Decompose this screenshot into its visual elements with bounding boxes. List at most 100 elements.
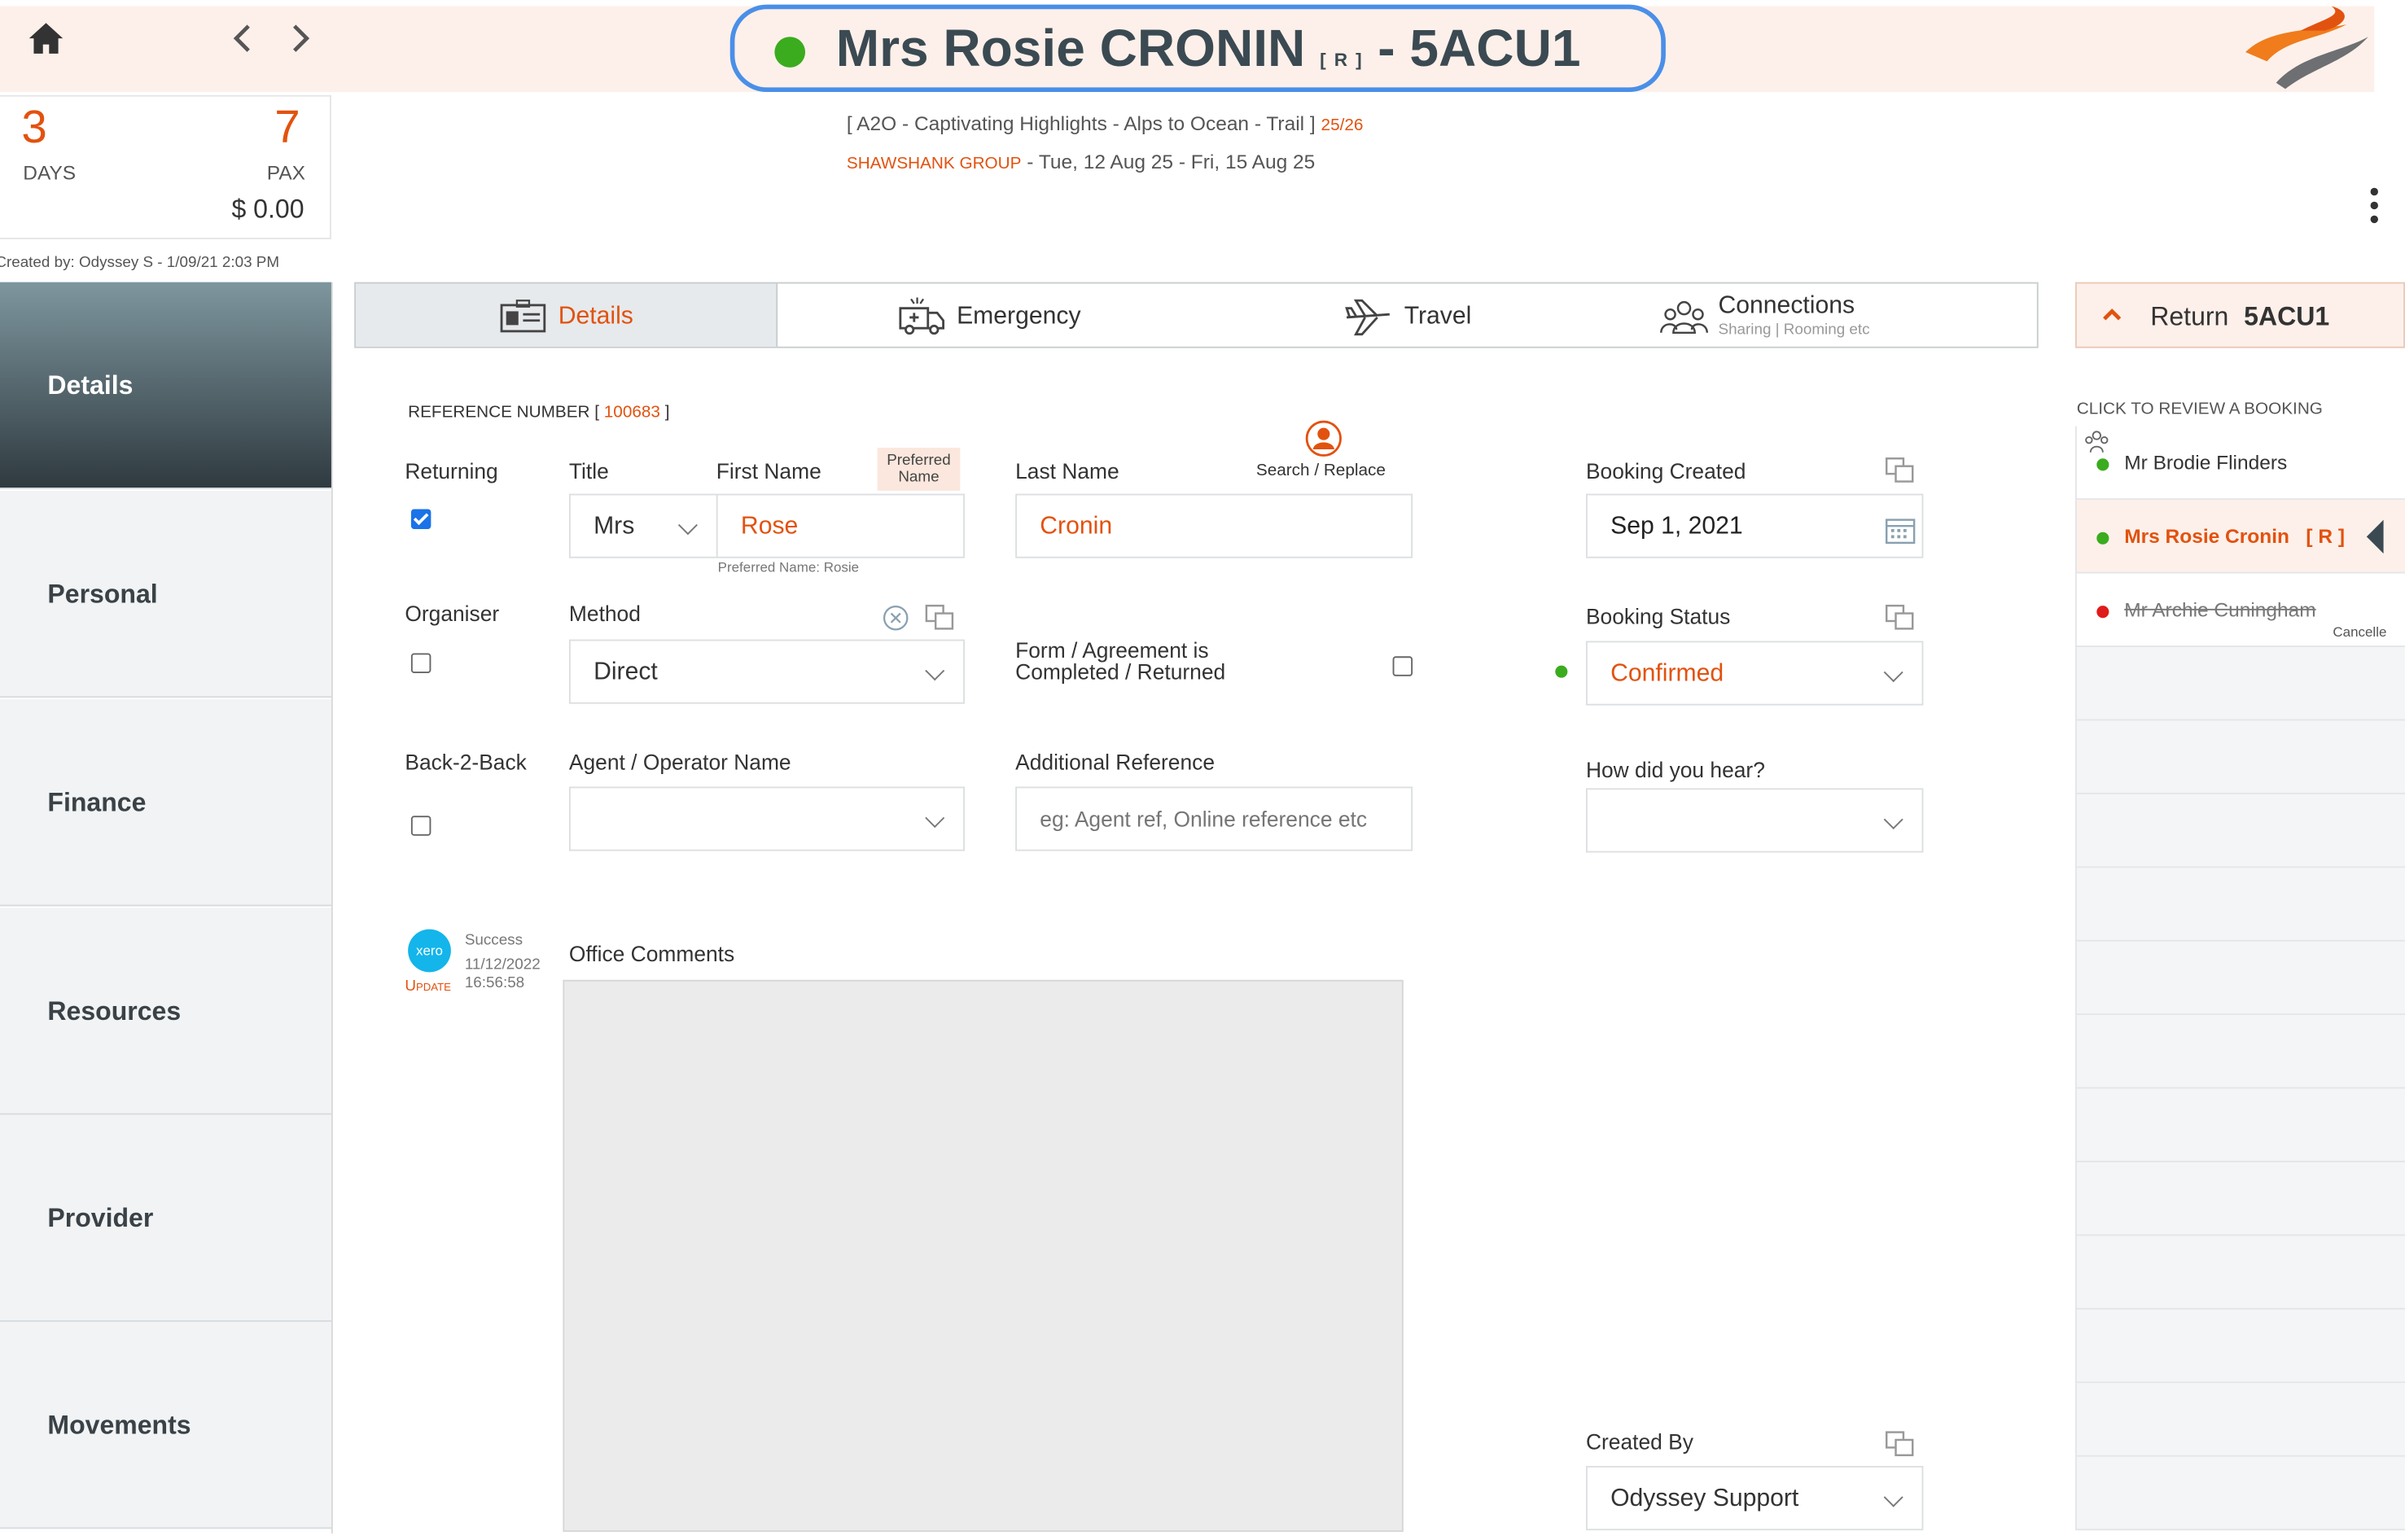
xero-date: 11/12/2022 xyxy=(464,956,541,974)
booking-list-item[interactable]: Mr Brodie Flinders xyxy=(2074,426,2405,501)
created-by-select[interactable]: Odyssey Support xyxy=(1585,1466,1924,1531)
booking-list-empty-row xyxy=(2074,1236,2405,1310)
booking-created-value: Sep 1, 2021 xyxy=(1610,514,1743,540)
organiser-checkbox[interactable] xyxy=(410,653,431,674)
preferred-name-note: Preferred Name: Rosie xyxy=(717,559,860,575)
tab-emergency[interactable]: Emergency xyxy=(778,284,1198,347)
title-select[interactable]: Mrs xyxy=(568,493,718,558)
group-name: SHAWSHANK GROUP xyxy=(846,155,1022,173)
ambulance-icon xyxy=(898,297,944,335)
tab-connections-sublabel: Sharing | Rooming etc xyxy=(1718,322,1870,339)
how-hear-label: How did you hear? xyxy=(1585,757,1765,782)
last-name-label: Last Name xyxy=(1015,458,1119,483)
trip-name: [ A2O - Captivating Highlights - Alps to… xyxy=(846,112,1316,135)
reference-number: REFERENCE NUMBER [ 100683 ] xyxy=(408,403,669,422)
how-hear-select[interactable] xyxy=(1585,788,1924,853)
first-name-label: First Name xyxy=(716,458,821,483)
last-name-input[interactable]: Cronin xyxy=(1015,493,1413,558)
sidenav-label: Details xyxy=(47,370,134,400)
pax-value: 7 xyxy=(274,103,300,154)
xero-update-link[interactable]: Update xyxy=(405,978,451,995)
organiser-label: Organiser xyxy=(405,601,500,626)
sidenav-item-details[interactable]: Details xyxy=(0,282,331,489)
chevron-down-icon xyxy=(925,661,945,681)
more-vertical-icon[interactable] xyxy=(2367,184,2382,230)
sidenav-item-movements[interactable]: Movements xyxy=(0,1321,331,1529)
id-card-icon xyxy=(500,300,546,333)
home-icon[interactable] xyxy=(28,21,64,55)
days-value: 3 xyxy=(21,103,47,154)
reference-label: REFERENCE NUMBER [ xyxy=(408,403,600,422)
booking-title-box: Mrs Rosie CRONIN [ R ] - 5ACU1 xyxy=(729,4,1666,93)
pax-label: PAX xyxy=(266,160,306,185)
tab-connections-label: Connections xyxy=(1718,292,1855,319)
agent-select[interactable] xyxy=(568,786,965,851)
xero-time: 16:56:58 xyxy=(464,975,525,992)
copy-icon[interactable] xyxy=(1885,604,1916,632)
chevron-up-icon xyxy=(2103,308,2122,321)
sidenav-item-resources[interactable]: Resources xyxy=(0,908,331,1115)
reference-close: ] xyxy=(664,403,670,422)
sidenav-label: Movements xyxy=(47,1411,191,1440)
method-select[interactable]: Direct xyxy=(568,639,965,704)
booking-summary: 3 DAYS 7 PAX $ 0.00 xyxy=(0,94,331,239)
status-dot xyxy=(774,37,806,68)
tab-travel[interactable]: Travel xyxy=(1197,284,1565,347)
office-comments-label: Office Comments xyxy=(568,941,735,966)
page-title: Mrs Rosie CRONIN [ R ] - 5ACU1 xyxy=(836,20,1581,79)
xero-status: Success xyxy=(464,932,523,950)
search-replace-person-icon[interactable] xyxy=(1305,420,1342,457)
back-arrow-icon[interactable] xyxy=(230,21,255,55)
chevron-down-icon xyxy=(925,808,945,829)
tab-connections[interactable]: Connections Sharing | Rooming etc xyxy=(1565,284,2037,347)
returning-checkbox[interactable] xyxy=(410,509,431,529)
created-by-value: Odyssey Support xyxy=(1610,1485,1799,1512)
booking-status-dot xyxy=(2096,532,2109,545)
tab-details[interactable]: Details xyxy=(356,283,778,347)
method-label: Method xyxy=(568,601,641,626)
sidenav-item-finance[interactable]: Finance xyxy=(0,699,331,907)
booking-list-item[interactable]: Mr Archie Cuningham Cancelle xyxy=(2074,573,2405,648)
copy-icon[interactable] xyxy=(1885,457,1916,484)
additional-ref-input[interactable] xyxy=(1015,786,1413,851)
sidenav-item-personal[interactable]: Personal xyxy=(0,490,331,698)
copy-icon[interactable] xyxy=(1885,1431,1916,1459)
booking-created-label: Booking Created xyxy=(1585,458,1746,483)
chevron-down-icon xyxy=(1883,809,1903,829)
booking-cancelled-badge: Cancelle xyxy=(2333,623,2387,640)
clear-circle-icon[interactable] xyxy=(882,604,909,632)
booking-list-empty-row xyxy=(2074,941,2405,1016)
booking-created-date-input[interactable]: Sep 1, 2021 xyxy=(1585,493,1924,558)
booking-status-select[interactable]: Confirmed xyxy=(1585,641,1924,706)
form-agreement-checkbox[interactable] xyxy=(1392,656,1413,676)
last-name-value: Cronin xyxy=(1040,514,1113,540)
forward-arrow-icon[interactable] xyxy=(288,21,313,55)
brand-logo-icon xyxy=(2245,6,2368,90)
return-label: Return xyxy=(2150,302,2229,331)
back2back-checkbox[interactable] xyxy=(410,816,431,836)
return-code: 5ACU1 xyxy=(2244,302,2330,331)
side-navigation: Details Personal Finance Resources Provi… xyxy=(0,282,333,1533)
xero-logo-icon: xero xyxy=(408,929,451,973)
booking-list-item-current[interactable]: Mrs Rosie Cronin [ R ] xyxy=(2074,500,2405,574)
booking-name: Mr Archie Cuningham xyxy=(2124,597,2316,621)
method-value: Direct xyxy=(594,659,658,686)
tab-emergency-label: Emergency xyxy=(957,304,1081,330)
trip-season: 25/26 xyxy=(1321,116,1364,135)
chevron-down-icon xyxy=(1883,663,1903,683)
group-people-icon xyxy=(2085,431,2109,453)
booking-status-value: Confirmed xyxy=(1610,660,1724,687)
office-comments-textarea[interactable] xyxy=(563,979,1404,1533)
calendar-icon[interactable] xyxy=(1885,517,1916,545)
copy-icon[interactable] xyxy=(925,604,956,632)
sidenav-item-provider[interactable]: Provider xyxy=(0,1114,331,1322)
tab-bar: Details Emergency Travel Connections Sha… xyxy=(354,282,2039,348)
booking-list-empty-row xyxy=(2074,868,2405,942)
reference-value: 100683 xyxy=(603,403,660,422)
preferred-name-tag: Preferred Name xyxy=(877,448,961,491)
first-name-input[interactable]: Rose xyxy=(716,493,965,558)
form-agreement-label: Form / Agreement is Completed / Returned xyxy=(1015,637,1226,685)
booking-status-label: Booking Status xyxy=(1585,604,1731,629)
search-replace-label[interactable]: Search / Replace xyxy=(1256,462,1386,480)
return-button[interactable]: Return 5ACU1 xyxy=(2074,282,2405,348)
